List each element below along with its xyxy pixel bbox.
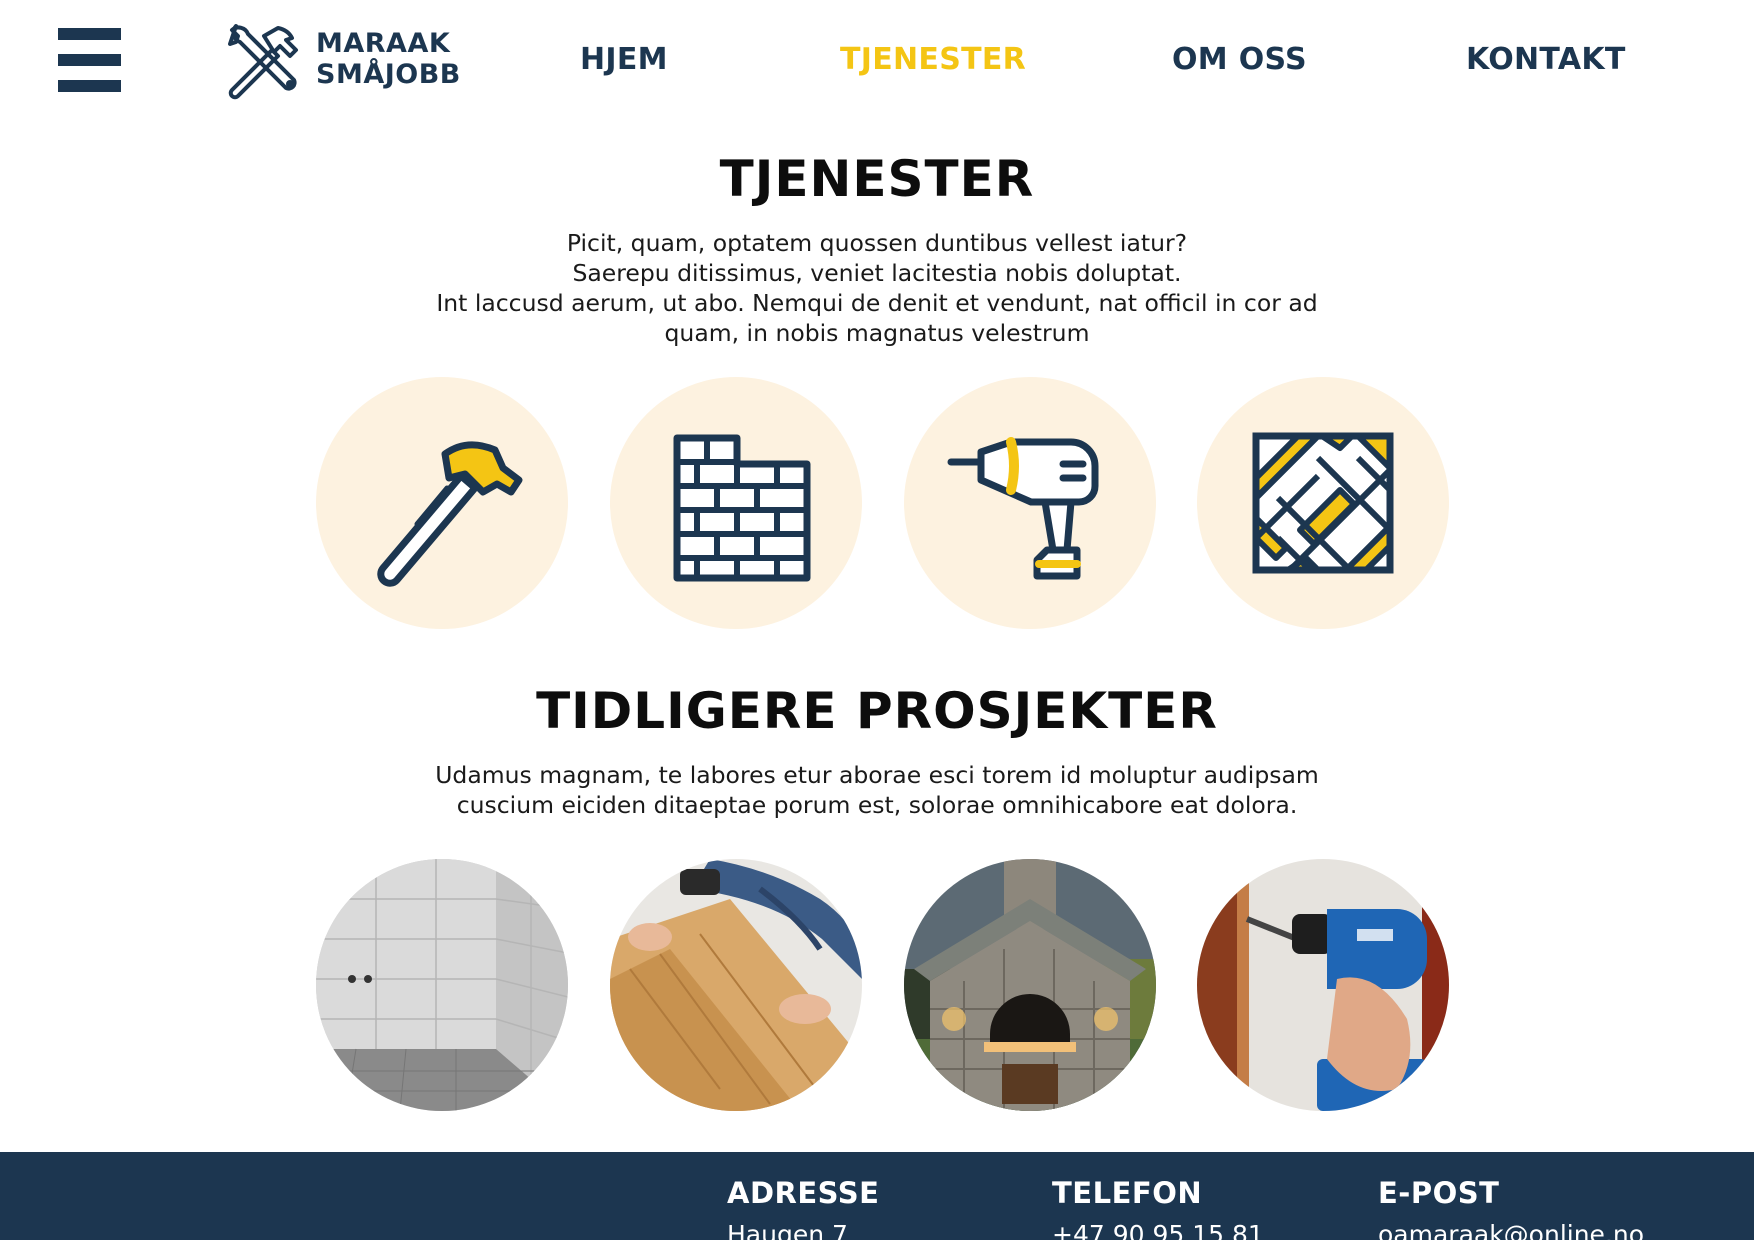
footer-email-value[interactable]: oamaraak@online.no xyxy=(1378,1220,1644,1240)
footer-email: E-POST oamaraak@online.no xyxy=(1378,1176,1644,1240)
main-nav: HJEM TJENESTER OM OSS KONTAKT xyxy=(0,42,1754,82)
projects-text-line: Udamus magnam, te labores etur aborae es… xyxy=(435,761,1319,789)
drill-icon xyxy=(947,437,1099,580)
service-carpentry[interactable] xyxy=(316,377,568,629)
footer-phone-value[interactable]: +47 90 95 15 81 xyxy=(1052,1220,1264,1240)
project-photo-bathroom[interactable] xyxy=(316,859,568,1111)
parquet-floor-icon xyxy=(1252,432,1394,574)
services-title: TJENESTER xyxy=(719,150,1035,208)
service-masonry[interactable] xyxy=(610,377,862,629)
projects-title: TIDLIGERE PROSJEKTER xyxy=(536,682,1218,740)
project-photo-floor[interactable] xyxy=(610,859,862,1111)
services-text-line: Int laccusd aerum, ut abo. Nemqui de den… xyxy=(436,289,1318,317)
footer-email-label: E-POST xyxy=(1378,1176,1500,1210)
footer: ADRESSE Haugen 7 TELEFON +47 90 95 15 81… xyxy=(0,1152,1754,1240)
footer-address-label: ADRESSE xyxy=(727,1176,880,1210)
power-drill-photo xyxy=(1197,859,1449,1111)
projects-description: Udamus magnam, te labores etur aborae es… xyxy=(377,760,1377,820)
brick-wall-icon xyxy=(673,434,811,582)
nav-item-kontakt[interactable]: KONTAKT xyxy=(1466,42,1626,77)
footer-phone: TELEFON +47 90 95 15 81 xyxy=(1052,1176,1264,1240)
nav-item-hjem[interactable]: HJEM xyxy=(580,42,668,77)
nav-item-tjenester[interactable]: TJENESTER xyxy=(840,42,1026,77)
tiled-bathroom-photo xyxy=(316,859,568,1111)
projects-text-line: cuscium eiciden ditaeptae porum est, sol… xyxy=(456,791,1298,819)
project-photo-drill[interactable] xyxy=(1197,859,1449,1111)
services-text-line: Picit, quam, optatem quossen duntibus ve… xyxy=(566,229,1188,257)
service-flooring[interactable] xyxy=(1197,377,1449,629)
laminate-floor-photo xyxy=(610,859,862,1111)
services-description: Picit, quam, optatem quossen duntibus ve… xyxy=(377,228,1377,348)
project-photo-oven[interactable] xyxy=(904,859,1156,1111)
hammer-icon xyxy=(377,441,523,587)
nav-item-om-oss[interactable]: OM OSS xyxy=(1172,42,1307,77)
footer-phone-label: TELEFON xyxy=(1052,1176,1203,1210)
stone-pizza-oven-photo xyxy=(904,859,1156,1111)
services-text-line: quam, in nobis magnatus velestrum xyxy=(664,319,1090,347)
service-drilling[interactable] xyxy=(904,377,1156,629)
footer-address: ADRESSE Haugen 7 xyxy=(727,1176,879,1240)
footer-address-value: Haugen 7 xyxy=(727,1220,848,1240)
services-text-line: Saerepu ditissimus, veniet lacitestia no… xyxy=(572,259,1182,287)
